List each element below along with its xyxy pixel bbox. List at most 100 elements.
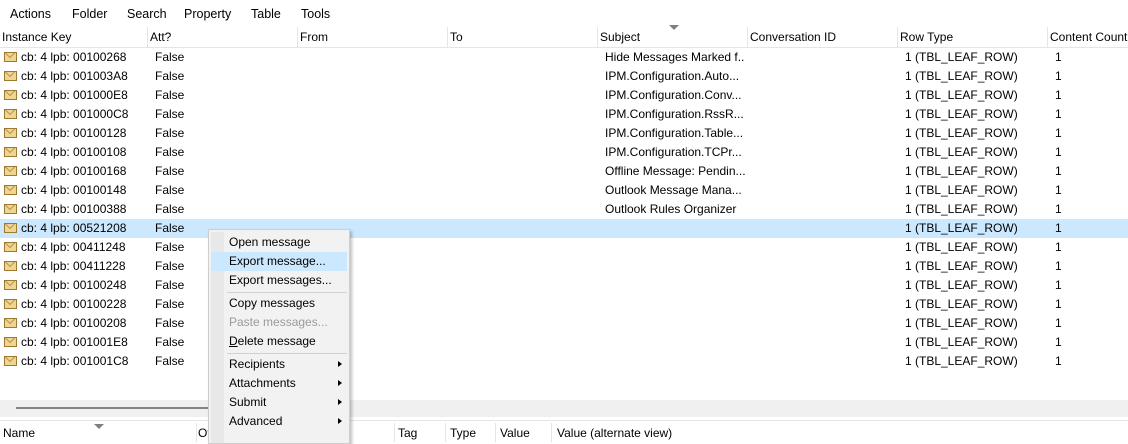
menu-item-label: Export messages... (229, 273, 332, 287)
column-header-name[interactable]: Name (3, 426, 35, 440)
cell-instance-key: cb: 4 lpb: 00100388 (21, 202, 127, 216)
cell-att: False (155, 354, 185, 368)
envelope-icon (4, 204, 17, 214)
column-divider (445, 423, 446, 442)
cell-row-type: 1 (TBL_LEAF_ROW) (905, 221, 1018, 235)
cell-att: False (155, 107, 185, 121)
column-header-type[interactable]: Type (450, 426, 476, 440)
column-header-conversation-id[interactable]: Conversation ID (748, 27, 898, 47)
column-header-att[interactable]: Att? (148, 27, 298, 47)
cell-row-type: 1 (TBL_LEAF_ROW) (905, 297, 1018, 311)
table-row[interactable]: cb: 4 lpb: 00100248 False 1 (TBL_LEAF_ROW)… (0, 276, 1128, 295)
table-row[interactable]: cb: 4 lpb: 001000E8 False IPM.Configuratio… (0, 86, 1128, 105)
menu-item-delete-message[interactable]: Delete message (211, 332, 347, 351)
cell-instance-key: cb: 4 lpb: 001000C8 (21, 107, 129, 121)
envelope-icon (4, 299, 17, 309)
table-row[interactable]: cb: 4 lpb: 00100128 False IPM.Configuratio… (0, 124, 1128, 143)
table-row[interactable]: cb: 4 lpb: 00100388 False Outlook Rules Or… (0, 200, 1128, 219)
table-row[interactable]: cb: 4 lpb: 00100208 False 1 (TBL_LEAF_ROW)… (0, 314, 1128, 333)
cell-instance-key: cb: 4 lpb: 00100108 (21, 145, 127, 159)
menu-item-open-message[interactable]: Open message (211, 233, 347, 252)
menu-separator (227, 353, 347, 354)
menu-item-label: Open message (229, 235, 311, 249)
cell-att: False (155, 316, 185, 330)
table-row[interactable]: cb: 4 lpb: 001003A8 False IPM.Configuratio… (0, 67, 1128, 86)
cell-att: False (155, 221, 185, 235)
cell-row-type: 1 (TBL_LEAF_ROW) (905, 354, 1018, 368)
menu-item-copy-messages[interactable]: Copy messages (211, 294, 347, 313)
menu-item-paste-messages: Paste messages... (211, 313, 347, 332)
column-header-value[interactable]: Value (500, 426, 530, 440)
menu-item-label: Delete message (229, 334, 316, 348)
menu-item-export-message[interactable]: Export message... (211, 252, 347, 271)
menu-property[interactable]: Property (184, 7, 231, 21)
cell-row-type: 1 (TBL_LEAF_ROW) (905, 278, 1018, 292)
column-header-value-alternate-view[interactable]: Value (alternate view) (557, 426, 672, 440)
menu-item-export-messages[interactable]: Export messages... (211, 271, 347, 290)
column-header-subject[interactable]: Subject (598, 27, 748, 47)
cell-row-type: 1 (TBL_LEAF_ROW) (905, 145, 1018, 159)
envelope-icon (4, 166, 17, 176)
cell-content-count: 1 (1055, 335, 1062, 349)
cell-instance-key: cb: 4 lpb: 00411228 (21, 259, 126, 273)
column-header-row-type[interactable]: Row Type (898, 27, 1048, 47)
envelope-icon (4, 90, 17, 100)
table-row[interactable]: cb: 4 lpb: 00411228 False 1 (TBL_LEAF_ROW)… (0, 257, 1128, 276)
column-header-tag[interactable]: Tag (398, 426, 417, 440)
cell-att: False (155, 164, 185, 178)
scrollbar-thumb[interactable] (16, 407, 216, 409)
column-header-from[interactable]: From (298, 27, 448, 47)
cell-att: False (155, 335, 185, 349)
cell-content-count: 1 (1055, 69, 1062, 83)
table-row[interactable]: cb: 4 lpb: 00411248 False 1 (TBL_LEAF_ROW)… (0, 238, 1128, 257)
column-header-content-count[interactable]: Content Count (1048, 27, 1128, 47)
table-row[interactable]: cb: 4 lpb: 001000C8 False IPM.Configuratio… (0, 105, 1128, 124)
cell-subject: Hide Messages Marked f... (605, 50, 745, 64)
table-row[interactable]: cb: 4 lpb: 00100168 False Offline Message:… (0, 162, 1128, 181)
menu-item-advanced[interactable]: Advanced (211, 412, 347, 431)
menu-item-label: Recipients (229, 357, 286, 371)
menu-item-label: Paste messages... (229, 315, 328, 329)
table-row[interactable]: cb: 4 lpb: 00100228 False 1 (TBL_LEAF_ROW)… (0, 295, 1128, 314)
submenu-arrow-icon (338, 380, 342, 386)
envelope-icon (4, 356, 17, 366)
table-row[interactable]: cb: 4 lpb: 00100148 False Outlook Message … (0, 181, 1128, 200)
menu-item-label: Attachments (229, 376, 296, 390)
cell-att: False (155, 183, 185, 197)
menu-item-label: Copy messages (229, 296, 316, 310)
menu-folder[interactable]: Folder (72, 7, 107, 21)
menu-item-submit[interactable]: Submit (211, 393, 347, 412)
cell-subject: IPM.Configuration.TCPr... (605, 145, 742, 159)
table-row[interactable]: cb: 4 lpb: 001001E8 False 1 (TBL_LEAF_ROW)… (0, 333, 1128, 352)
properties-header: Name Ot Tag Type Value Value (alternate … (0, 420, 1128, 442)
column-header-to[interactable]: To (448, 27, 598, 47)
menu-actions[interactable]: Actions (10, 7, 51, 21)
cell-att: False (155, 145, 185, 159)
cell-subject: IPM.Configuration.Table... (605, 126, 744, 140)
cell-content-count: 1 (1055, 221, 1062, 235)
cell-content-count: 1 (1055, 297, 1062, 311)
menu-table[interactable]: Table (251, 7, 281, 21)
menu-tools[interactable]: Tools (301, 7, 330, 21)
table-row[interactable]: cb: 4 lpb: 00521208 False 1 (TBL_LEAF_ROW)… (0, 219, 1128, 238)
cell-row-type: 1 (TBL_LEAF_ROW) (905, 69, 1018, 83)
column-header-instance-key[interactable]: Instance Key (0, 27, 148, 47)
cell-row-type: 1 (TBL_LEAF_ROW) (905, 107, 1018, 121)
horizontal-scrollbar[interactable] (0, 400, 1128, 417)
menu-item-attachments[interactable]: Attachments (211, 374, 347, 393)
cell-subject: Outlook Message Mana... (605, 183, 742, 197)
envelope-icon (4, 318, 17, 328)
envelope-icon (4, 242, 17, 252)
table-row[interactable]: cb: 4 lpb: 00100268 False Hide Messages Ma… (0, 48, 1128, 67)
cell-att: False (155, 50, 185, 64)
cell-row-type: 1 (TBL_LEAF_ROW) (905, 88, 1018, 102)
envelope-icon (4, 147, 17, 157)
menu-search[interactable]: Search (127, 7, 167, 21)
cell-content-count: 1 (1055, 278, 1062, 292)
table-row[interactable]: cb: 4 lpb: 00100108 False IPM.Configuratio… (0, 143, 1128, 162)
table-row[interactable]: cb: 4 lpb: 001001C8 False 1 (TBL_LEAF_ROW)… (0, 352, 1128, 371)
menu-item-label: Submit (229, 395, 267, 409)
submenu-arrow-icon (338, 418, 342, 424)
menu-item-recipients[interactable]: Recipients (211, 355, 347, 374)
cell-instance-key: cb: 4 lpb: 00100208 (21, 316, 127, 330)
